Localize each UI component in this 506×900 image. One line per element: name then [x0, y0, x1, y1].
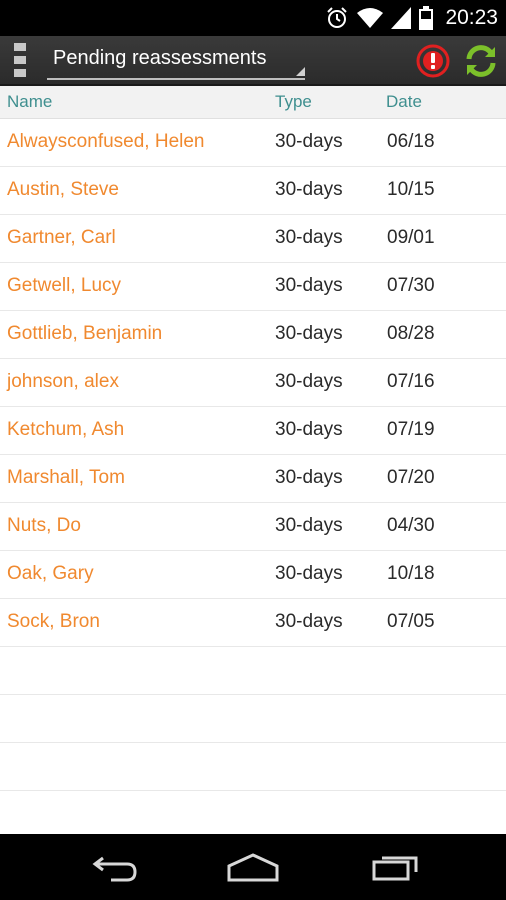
status-time: 20:23: [445, 6, 498, 29]
recent-apps-icon: [372, 856, 418, 881]
recent-apps-button[interactable]: [361, 844, 431, 890]
alert-button[interactable]: [415, 43, 451, 79]
row-type: 30-days: [275, 179, 343, 200]
row-type: 30-days: [275, 563, 343, 584]
empty-row: [0, 695, 506, 743]
row-date: 09/01: [387, 227, 435, 248]
row-date: 07/20: [387, 467, 435, 488]
empty-row: [0, 743, 506, 791]
row-name: Nuts, Do: [7, 515, 81, 536]
row-date: 06/18: [387, 131, 435, 152]
alarm-icon: [325, 6, 349, 30]
row-type: 30-days: [275, 515, 343, 536]
row-name: Alwaysconfused, Helen: [7, 131, 205, 152]
wifi-icon: [357, 7, 384, 29]
row-name: Ketchum, Ash: [7, 419, 125, 440]
row-date: 07/05: [387, 611, 435, 632]
status-bar: 20:23: [0, 0, 506, 36]
action-bar: Pending reassessments: [0, 36, 506, 86]
home-icon: [227, 853, 279, 882]
list-row[interactable]: Alwaysconfused, Helen 30-days 06/18: [0, 119, 506, 167]
drawer-menu-icon[interactable]: [14, 43, 26, 77]
reassessment-list: Alwaysconfused, Helen 30-days 06/18 Aust…: [0, 119, 506, 838]
list-row[interactable]: Marshall, Tom 30-days 07/20: [0, 455, 506, 503]
row-type: 30-days: [275, 275, 343, 296]
list-row[interactable]: Sock, Bron 30-days 07/05: [0, 599, 506, 647]
list-header: Name Type Date: [0, 86, 506, 119]
row-name: Sock, Bron: [7, 611, 100, 632]
row-date: 07/19: [387, 419, 435, 440]
row-date: 04/30: [387, 515, 435, 536]
list-row[interactable]: johnson, alex 30-days 07/16: [0, 359, 506, 407]
row-date: 07/16: [387, 371, 435, 392]
row-type: 30-days: [275, 611, 343, 632]
refresh-icon: [466, 45, 496, 77]
list-row[interactable]: Oak, Gary 30-days 10/18: [0, 551, 506, 599]
row-type: 30-days: [275, 131, 343, 152]
row-type: 30-days: [275, 419, 343, 440]
list-row[interactable]: Gottlieb, Benjamin 30-days 08/28: [0, 311, 506, 359]
row-type: 30-days: [275, 371, 343, 392]
home-button[interactable]: [218, 844, 288, 890]
row-name: Gottlieb, Benjamin: [7, 323, 163, 344]
status-icons: 20:23: [325, 0, 498, 36]
row-type: 30-days: [275, 467, 343, 488]
spinner-caret-icon: [296, 67, 305, 76]
row-type: 30-days: [275, 227, 343, 248]
row-date: 07/30: [387, 275, 435, 296]
row-name: Gartner, Carl: [7, 227, 116, 248]
list-row[interactable]: Nuts, Do 30-days 04/30: [0, 503, 506, 551]
empty-row: [0, 791, 506, 838]
list-row[interactable]: Ketchum, Ash 30-days 07/19: [0, 407, 506, 455]
row-name: johnson, alex: [7, 371, 119, 392]
row-date: 08/28: [387, 323, 435, 344]
header-type[interactable]: Type: [275, 92, 312, 112]
row-date: 10/15: [387, 179, 435, 200]
header-date[interactable]: Date: [386, 92, 422, 112]
row-date: 10/18: [387, 563, 435, 584]
row-name: Getwell, Lucy: [7, 275, 122, 296]
battery-icon: [419, 6, 434, 30]
back-button[interactable]: [79, 844, 149, 890]
row-name: Marshall, Tom: [7, 467, 125, 488]
refresh-button[interactable]: [462, 42, 500, 80]
list-row[interactable]: Austin, Steve 30-days 10/15: [0, 167, 506, 215]
navigation-bar: [0, 834, 506, 900]
row-name: Austin, Steve: [7, 179, 119, 200]
row-name: Oak, Gary: [7, 563, 94, 584]
signal-icon: [391, 7, 412, 29]
alert-icon: [416, 44, 450, 78]
spinner-label: Pending reassessments: [53, 47, 267, 69]
list-row[interactable]: Gartner, Carl 30-days 09/01: [0, 215, 506, 263]
header-name[interactable]: Name: [7, 92, 52, 112]
empty-row: [0, 647, 506, 695]
row-type: 30-days: [275, 323, 343, 344]
view-spinner[interactable]: Pending reassessments: [47, 46, 305, 80]
back-icon: [92, 856, 137, 882]
list-row[interactable]: Getwell, Lucy 30-days 07/30: [0, 263, 506, 311]
